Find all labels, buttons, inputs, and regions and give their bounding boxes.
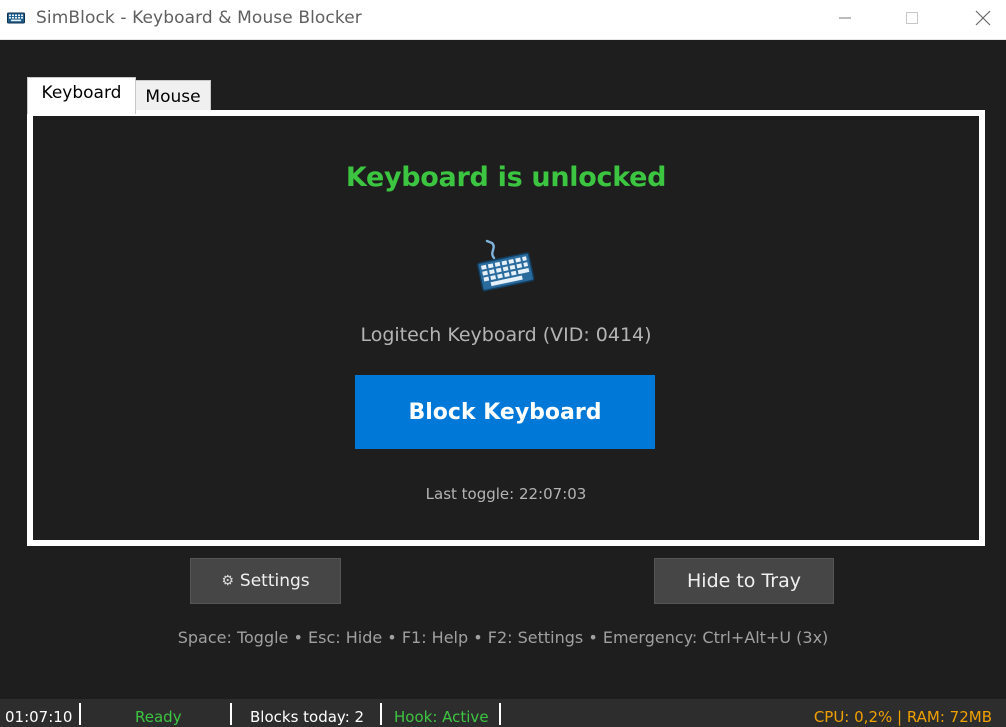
keyboard-status-heading: Keyboard is unlocked [345,162,667,193]
keyboard-icon [7,12,25,24]
settings-button-label: Settings [239,571,310,591]
status-separator [230,703,232,725]
status-resources: CPU: 0,2% | RAM: 72MB [813,708,992,726]
window-title: SimBlock - Keyboard & Mouse Blocker [36,8,362,28]
close-button[interactable] [960,0,1006,36]
device-label: Logitech Keyboard (VID: 0414) [360,324,652,346]
keyboard-tab-panel: Keyboard is unlocked Logitech Keyboard (… [33,116,979,540]
last-toggle-time: Last toggle: 22:07:03 [425,485,587,503]
tab-keyboard[interactable]: Keyboard [27,77,136,114]
hide-to-tray-button[interactable]: Hide to Tray [654,558,834,604]
status-separator [79,703,81,725]
tab-mouse[interactable]: Mouse [135,80,211,113]
minimize-icon [839,17,851,19]
maximize-icon [906,12,918,24]
shortcuts-hint: Space: Toggle • Esc: Hide • F1: Help • F… [177,628,829,647]
status-hook: Hook: Active [394,708,489,726]
status-separator [380,703,382,725]
settings-button[interactable]: ⚙ Settings [190,558,341,604]
close-icon [975,10,991,26]
status-separator [499,703,501,725]
title-bar: SimBlock - Keyboard & Mouse Blocker [0,0,1006,40]
minimize-button[interactable] [822,0,868,36]
gear-icon: ⚙ [221,573,234,589]
block-keyboard-button[interactable]: Block Keyboard [355,375,655,449]
status-bar: 01:07:10 Ready Blocks today: 2 Hook: Act… [0,699,1006,727]
keyboard-icon [477,239,535,292]
status-state: Ready [135,708,182,726]
maximize-button[interactable] [889,0,935,36]
status-blocks-today: Blocks today: 2 [250,708,365,726]
status-time: 01:07:10 [5,708,73,726]
